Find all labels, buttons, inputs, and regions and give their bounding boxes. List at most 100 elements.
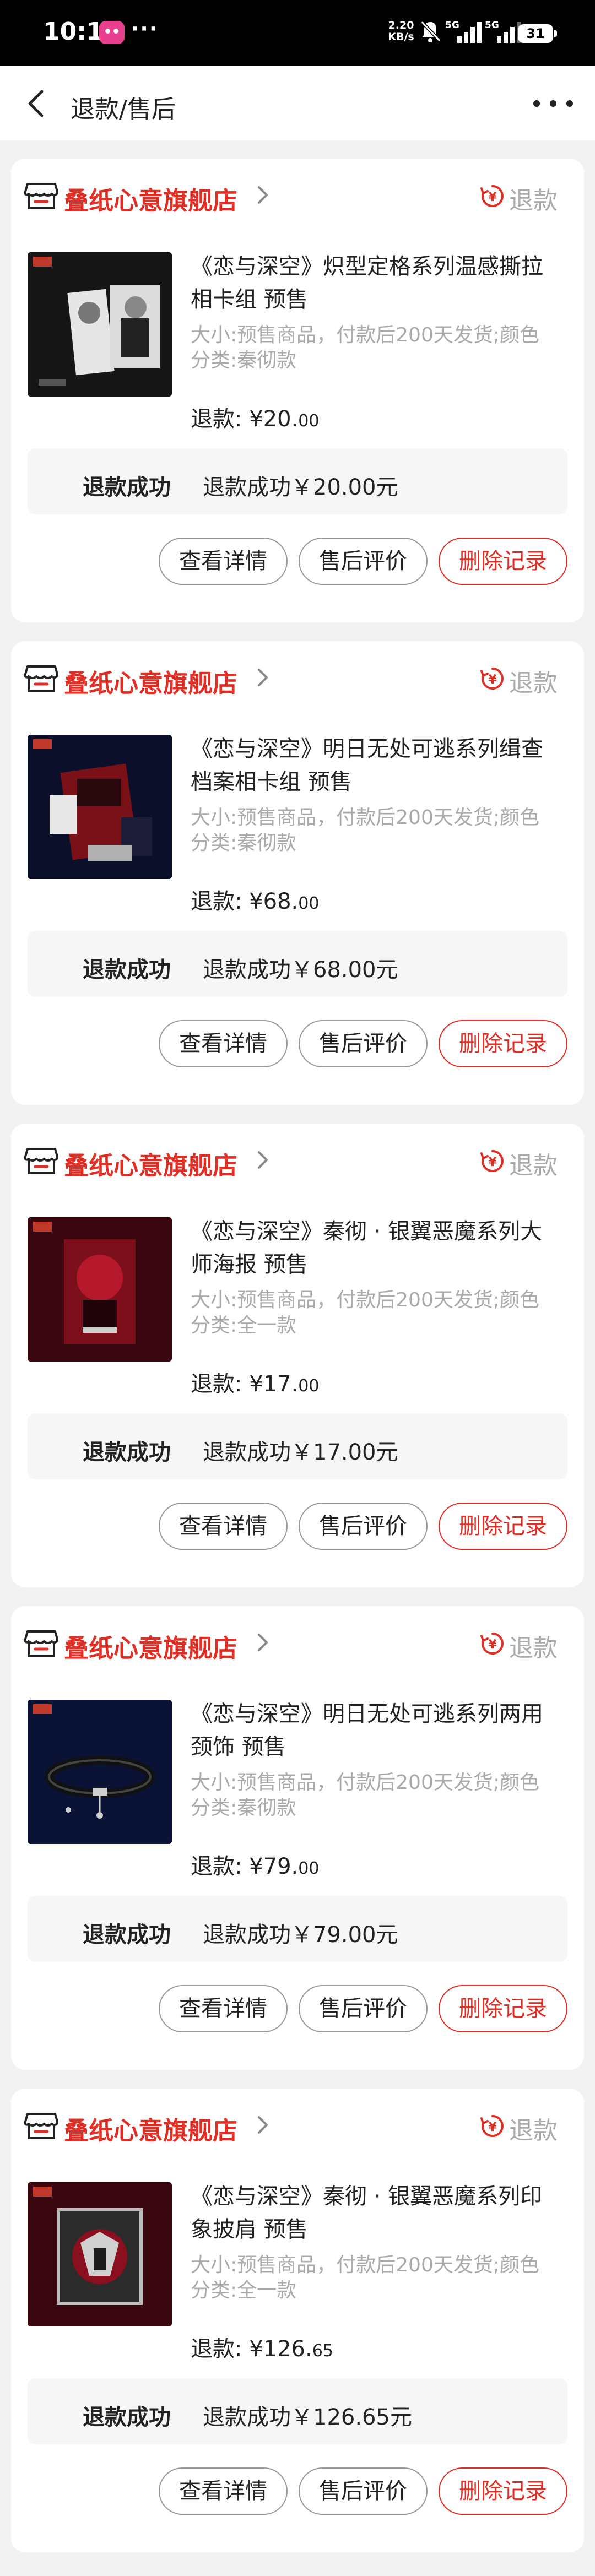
product-title[interactable]: 《恋与深空》秦彻 · 银翼恶魔系列大师海报 预售 (191, 1215, 554, 1281)
refund-amount-cents: 00 (298, 1859, 320, 1878)
refund-status-detail: 退款成功￥17.00元 (203, 1440, 398, 1465)
refund-amount-cents: 65 (312, 2341, 333, 2361)
product-specs: 大小:预售商品，付款后200天发货;颜色分类:全一款 (191, 1289, 539, 1337)
refund-amount-label: 退款: ¥ (191, 889, 263, 914)
chevron-right-icon[interactable] (255, 1631, 271, 1653)
svg-text:¥: ¥ (488, 1638, 497, 1652)
page-title: 退款/售后 (71, 95, 176, 123)
refund-type-label: 退款 (509, 1152, 558, 1180)
product-title[interactable]: 《恋与深空》秦彻 · 银翼恶魔系列印象披肩 预售 (191, 2180, 554, 2246)
refund-order-list: 叠纸心意旗舰店 ¥ 退款 《恋与深空》炽型定格系列温感撕拉相卡组 预售 大小:预… (11, 159, 584, 2571)
refund-amount-integer: 20. (263, 406, 299, 432)
nav-bar: 退款/售后 (0, 66, 595, 140)
mute-bell-icon (420, 20, 441, 42)
product-specs: 大小:预售商品，付款后200天发货;颜色分类:全一款 (191, 2254, 539, 2302)
refund-status-box[interactable]: 退款成功 退款成功￥126.65元 (28, 2378, 567, 2444)
store-icon (24, 1148, 58, 1174)
refund-yen-icon: ¥ (480, 185, 504, 207)
delete-record-button[interactable]: 删除记录 (439, 1020, 567, 1067)
store-icon (24, 183, 58, 209)
battery-icon: 31 (518, 24, 557, 43)
delete-record-button[interactable]: 删除记录 (439, 538, 567, 585)
refund-amount-integer: 17. (263, 1371, 299, 1397)
more-options-button[interactable] (529, 94, 578, 113)
aftersale-review-button[interactable]: 售后评价 (299, 1020, 428, 1067)
refund-type-label: 退款 (509, 669, 558, 697)
store-icon (24, 2113, 58, 2139)
chevron-right-icon[interactable] (255, 1149, 271, 1171)
network-speed: 2.20 KB/s (386, 20, 416, 43)
product-title[interactable]: 《恋与深空》明日无处可逃系列缉查档案相卡组 预售 (191, 733, 554, 799)
refund-amount-cents: 00 (298, 1376, 320, 1396)
store-name[interactable]: 叠纸心意旗舰店 (64, 663, 237, 699)
svg-text:¥: ¥ (488, 191, 497, 204)
refund-status-detail: 退款成功￥68.00元 (203, 957, 398, 983)
product-title[interactable]: 《恋与深空》明日无处可逃系列两用颈饰 预售 (191, 1698, 554, 1764)
store-icon (24, 1630, 58, 1657)
refund-order-card: 叠纸心意旗舰店 ¥ 退款 《恋与深空》明日无处可逃系列缉查档案相卡组 预售 大小… (11, 641, 584, 1105)
refund-type-label: 退款 (509, 2117, 558, 2145)
refund-amount-label: 退款: ¥ (191, 406, 263, 432)
refund-order-card: 叠纸心意旗舰店 ¥ 退款 《恋与深空》炽型定格系列温感撕拉相卡组 预售 大小:预… (11, 159, 584, 622)
network-speed-unit: KB/s (388, 31, 414, 43)
network-speed-value: 2.20 (388, 19, 414, 31)
product-thumbnail[interactable] (28, 1217, 172, 1362)
refund-amount-cents: 00 (298, 411, 320, 431)
refund-amount: 退款: ¥68.00 (191, 883, 319, 915)
product-thumbnail[interactable] (28, 252, 172, 397)
chevron-right-icon[interactable] (255, 2114, 271, 2136)
refund-amount-label: 退款: ¥ (191, 1371, 263, 1397)
svg-text:¥: ¥ (488, 673, 497, 687)
product-title[interactable]: 《恋与深空》炽型定格系列温感撕拉相卡组 预售 (191, 250, 554, 316)
delete-record-button[interactable]: 删除记录 (439, 1503, 567, 1550)
chevron-right-icon[interactable] (255, 666, 271, 688)
aftersale-review-button[interactable]: 售后评价 (299, 2467, 428, 2515)
refund-amount-cents: 00 (298, 894, 320, 913)
aftersale-review-button[interactable]: 售后评价 (299, 1985, 428, 2032)
product-specs: 大小:预售商品，付款后200天发货;颜色分类:秦彻款 (191, 1771, 539, 1819)
more-notifications-indicator: ··· (131, 17, 159, 41)
status-bar: 10:17 ··· 2.20 KB/s 5G 5G 31 (0, 0, 595, 66)
aftersale-review-button[interactable]: 售后评价 (299, 1503, 428, 1550)
back-arrow-icon[interactable] (23, 87, 50, 120)
chevron-right-icon[interactable] (255, 184, 271, 206)
product-thumbnail[interactable] (28, 2182, 172, 2326)
refund-status-box[interactable]: 退款成功 退款成功￥17.00元 (28, 1413, 567, 1479)
svg-text:¥: ¥ (488, 1156, 497, 1169)
store-name[interactable]: 叠纸心意旗舰店 (64, 1146, 237, 1181)
refund-order-card: 叠纸心意旗舰店 ¥ 退款 《恋与深空》明日无处可逃系列两用颈饰 预售 大小:预售… (11, 1606, 584, 2070)
refund-order-card: 叠纸心意旗舰店 ¥ 退款 《恋与深空》秦彻 · 银翼恶魔系列大师海报 预售 大小… (11, 1124, 584, 1587)
view-details-button[interactable]: 查看详情 (159, 1020, 288, 1067)
refund-amount-label: 退款: ¥ (191, 2336, 263, 2362)
refund-status-label: 退款成功 (83, 475, 171, 500)
aftersale-review-button[interactable]: 售后评价 (299, 538, 428, 585)
store-icon (24, 665, 58, 692)
signal-sim1-icon: 5G (445, 20, 485, 45)
refund-amount: 退款: ¥126.65 (191, 2331, 333, 2363)
refund-amount-integer: 79. (263, 1854, 299, 1879)
refund-status-detail: 退款成功￥20.00元 (203, 475, 398, 500)
delete-record-button[interactable]: 删除记录 (439, 2467, 567, 2515)
view-details-button[interactable]: 查看详情 (159, 1503, 288, 1550)
product-thumbnail[interactable] (28, 735, 172, 879)
refund-status-detail: 退款成功￥126.65元 (203, 2405, 412, 2430)
refund-amount: 退款: ¥20.00 (191, 401, 319, 433)
refund-amount-label: 退款: ¥ (191, 1854, 263, 1879)
store-name[interactable]: 叠纸心意旗舰店 (64, 2111, 237, 2146)
svg-text:¥: ¥ (488, 2121, 497, 2134)
view-details-button[interactable]: 查看详情 (159, 2467, 288, 2515)
app-notification-icon (99, 21, 125, 44)
store-name[interactable]: 叠纸心意旗舰店 (64, 181, 237, 216)
refund-status-box[interactable]: 退款成功 退款成功￥68.00元 (28, 931, 567, 997)
store-name[interactable]: 叠纸心意旗舰店 (64, 1628, 237, 1664)
delete-record-button[interactable]: 删除记录 (439, 1985, 567, 2032)
view-details-button[interactable]: 查看详情 (159, 1985, 288, 2032)
refund-yen-icon: ¥ (480, 1633, 504, 1655)
refund-status-box[interactable]: 退款成功 退款成功￥79.00元 (28, 1896, 567, 1962)
refund-status-box[interactable]: 退款成功 退款成功￥20.00元 (28, 448, 567, 514)
view-details-button[interactable]: 查看详情 (159, 538, 288, 585)
refund-yen-icon: ¥ (480, 668, 504, 690)
refund-amount: 退款: ¥79.00 (191, 1848, 319, 1880)
product-thumbnail[interactable] (28, 1700, 172, 1844)
refund-status-label: 退款成功 (83, 2405, 171, 2430)
